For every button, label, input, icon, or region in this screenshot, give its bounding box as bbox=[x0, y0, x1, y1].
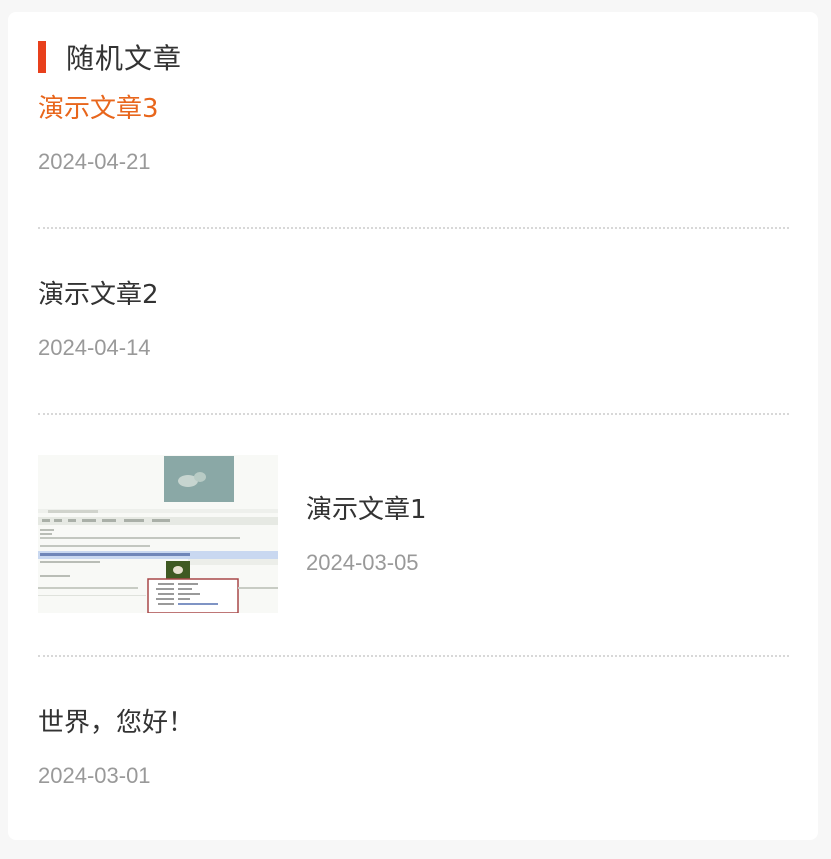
widget-header: 随机文章 bbox=[38, 40, 183, 75]
post-date: 2024-03-01 bbox=[38, 763, 151, 788]
post-date: 2024-04-21 bbox=[38, 149, 151, 174]
post-title-link[interactable]: 演示文章1 bbox=[306, 493, 427, 527]
post-title-link[interactable]: 世界，您好！ bbox=[38, 706, 789, 740]
widget-title: 随机文章 bbox=[66, 42, 183, 75]
title-accent-bar bbox=[38, 41, 46, 73]
post-divider bbox=[38, 227, 789, 229]
post-title-link[interactable]: 演示文章2 bbox=[38, 278, 789, 312]
post-text-block: 演示文章1 2024-03-05 bbox=[306, 493, 427, 577]
post-date: 2024-04-14 bbox=[38, 335, 151, 360]
post-divider bbox=[38, 655, 789, 657]
post-item: 演示文章2 2024-04-14 bbox=[38, 278, 789, 362]
post-date: 2024-03-05 bbox=[306, 550, 419, 575]
post-title-link[interactable]: 演示文章3 bbox=[38, 92, 789, 126]
post-item: 演示文章3 2024-04-21 bbox=[38, 92, 789, 176]
post-item: 演示文章1 2024-03-05 bbox=[38, 455, 789, 615]
post-thumbnail[interactable] bbox=[38, 455, 278, 613]
post-divider bbox=[38, 413, 789, 415]
thumbnail-screenshot-image bbox=[38, 455, 278, 613]
post-item: 世界，您好！ 2024-03-01 bbox=[38, 706, 789, 790]
random-posts-widget: 随机文章 演示文章3 2024-04-21 演示文章2 2024-04-14 演… bbox=[8, 12, 818, 840]
